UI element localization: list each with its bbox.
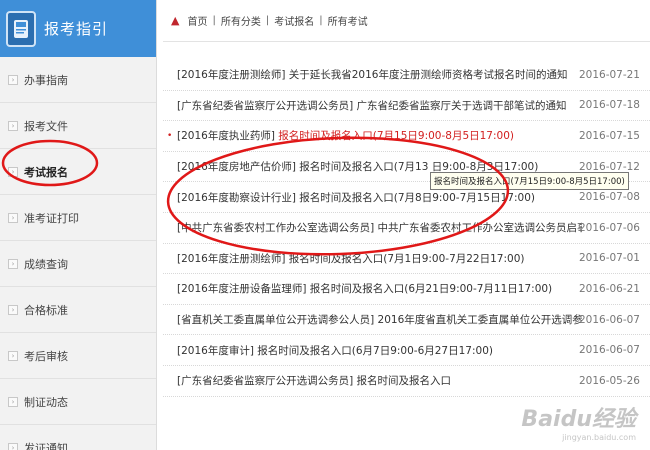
chevron-right-icon: › [8, 74, 18, 85]
notice-link[interactable]: [省直机关工委直属单位公开选调参公人员] 2016年度省直机关工委直属单位公开选… [177, 312, 582, 327]
sidebar-item-label: 考试报名 [24, 165, 68, 179]
chevron-right-icon: › [8, 304, 18, 315]
notice-date: 2016-05-26 [578, 374, 640, 387]
sidebar-item-documents[interactable]: › 报考文件 [0, 103, 156, 149]
chevron-right-icon: › [8, 258, 18, 269]
breadcrumb-separator: | [265, 15, 270, 26]
chevron-right-icon: › [8, 212, 18, 223]
sidebar-item-label: 成绩查询 [24, 257, 68, 271]
chevron-right-icon: › [8, 396, 18, 407]
sidebar-item-label: 发证通知 [24, 441, 68, 450]
list-item: [2016年度注册测绘师] 关于延长我省2016年度注册测绘师资格考试报名时间的… [163, 60, 650, 91]
notice-date: 2016-06-07 [578, 313, 640, 326]
notice-link[interactable]: [2016年度勘察设计行业] 报名时间及报名入口(7月8日9:00-7月15日1… [177, 190, 582, 205]
chevron-right-icon: › [8, 350, 18, 361]
list-item: [省直机关工委直属单位公开选调参公人员] 2016年度省直机关工委直属单位公开选… [163, 305, 650, 336]
watermark: Baidu经验 jingyan.baidu.com [521, 407, 636, 442]
sidebar-item-label: 准考证打印 [24, 211, 79, 225]
bullet-icon: • [167, 130, 173, 141]
sidebar-item-admission-ticket[interactable]: › 准考证打印 [0, 195, 156, 241]
link-tooltip: 报名时间及报名入口(7月15日9:00-8月5日17:00) [430, 172, 629, 190]
notice-date: 2016-07-01 [578, 252, 640, 265]
book-icon [6, 10, 36, 47]
notice-date: 2016-06-07 [578, 344, 640, 357]
sidebar-title: 报考指引 [44, 20, 109, 38]
notice-date: 2016-07-18 [578, 99, 640, 112]
notice-date: 2016-07-08 [578, 191, 640, 204]
sidebar-item-label: 报考文件 [24, 119, 68, 133]
notice-link[interactable]: [广东省纪委省监察厅公开选调公务员] 报名时间及报名入口 [177, 373, 582, 388]
sidebar-item-registration[interactable]: › 考试报名 [0, 149, 156, 195]
home-icon[interactable]: ▲ [171, 14, 179, 27]
breadcrumb-separator: | [212, 15, 216, 26]
notice-date: 2016-07-12 [578, 160, 640, 173]
sidebar-item-certificate-notice[interactable]: › 发证通知 [0, 425, 156, 450]
sidebar-item-label: 制证动态 [24, 395, 68, 409]
sidebar-item-certificate-status[interactable]: › 制证动态 [0, 379, 156, 425]
sidebar: 报考指引 › 办事指南 › 报考文件 › 考试报名 › 准考证打印 › 成绩查询 › 合格标… [0, 0, 157, 450]
notice-link[interactable]: [2016年度注册设备监理师] 报名时间及报名入口(6月21日9:00-7月11… [177, 281, 582, 296]
breadcrumb-registration[interactable]: 考试报名 [274, 13, 314, 28]
notice-link[interactable]: [2016年度注册测绘师] 关于延长我省2016年度注册测绘师资格考试报名时间的… [177, 67, 582, 82]
list-item: [中共广东省委农村工作办公室选调公务员] 中共广东省委农村工作办公室选调公务员启… [163, 213, 650, 244]
notice-date: 2016-07-06 [578, 221, 640, 234]
list-item: [广东省纪委省监察厅公开选调公务员] 广东省纪委省监察厅关于选调干部笔试的通知 2… [163, 91, 650, 122]
list-item: [2016年度注册测绘师] 报名时间及报名入口(7月1日9:00-7月22日17… [163, 244, 650, 275]
notice-link[interactable]: [广东省纪委省监察厅公开选调公务员] 广东省纪委省监察厅关于选调干部笔试的通知 [177, 98, 582, 113]
sidebar-item-guide[interactable]: › 办事指南 [0, 57, 156, 103]
notice-link[interactable]: [中共广东省委农村工作办公室选调公务员] 中共广东省委农村工作办公室选调公务员启… [177, 220, 582, 235]
notice-link[interactable]: [2016年度注册测绘师] 报名时间及报名入口(7月1日9:00-7月22日17… [177, 251, 582, 266]
notice-date: 2016-06-21 [578, 282, 640, 295]
sidebar-menu: › 办事指南 › 报考文件 › 考试报名 › 准考证打印 › 成绩查询 › 合格标准 › 考后… [0, 57, 156, 450]
sidebar-item-score-query[interactable]: › 成绩查询 [0, 241, 156, 287]
chevron-right-icon: › [8, 442, 18, 450]
notice-link[interactable]: [2016年度执业药师] 报名时间及报名入口(7月15日9:00-8月5日17:… [177, 128, 582, 143]
page: 报考指引 › 办事指南 › 报考文件 › 考试报名 › 准考证打印 › 成绩查询 › 合格标… [0, 0, 650, 450]
list-item: • [2016年度执业药师] 报名时间及报名入口(7月15日9:00-8月5日17… [163, 121, 650, 152]
notice-date: 2016-07-15 [578, 129, 640, 142]
sidebar-item-post-exam-review[interactable]: › 考后审核 [0, 333, 156, 379]
notice-link[interactable]: [2016年度审计] 报名时间及报名入口(6月7日9:00-6月27日17:00… [177, 343, 582, 358]
breadcrumb-home[interactable]: 首页 [187, 13, 207, 28]
breadcrumb-all-categories[interactable]: 所有分类 [221, 13, 261, 28]
sidebar-item-label: 合格标准 [24, 303, 68, 317]
list-item: [2016年度注册设备监理师] 报名时间及报名入口(6月21日9:00-7月11… [163, 274, 650, 305]
sidebar-item-label: 办事指南 [24, 73, 68, 87]
chevron-right-icon: › [8, 120, 18, 131]
sidebar-header: 报考指引 [0, 0, 156, 57]
breadcrumb: ▲ 首页 | 所有分类 | 考试报名 | 所有考试 [163, 0, 650, 42]
notice-date: 2016-07-21 [578, 68, 640, 81]
list-item: [广东省纪委省监察厅公开选调公务员] 报名时间及报名入口 2016-05-26 [163, 366, 650, 397]
sidebar-item-pass-standard[interactable]: › 合格标准 [0, 287, 156, 333]
notice-list: [2016年度注册测绘师] 关于延长我省2016年度注册测绘师资格考试报名时间的… [163, 60, 650, 397]
breadcrumb-separator: | [319, 15, 323, 26]
list-item: [2016年度审计] 报名时间及报名入口(6月7日9:00-6月27日17:00… [163, 335, 650, 366]
sidebar-item-label: 考后审核 [24, 349, 68, 363]
chevron-right-icon: › [8, 166, 18, 177]
breadcrumb-all-exams[interactable]: 所有考试 [328, 13, 368, 28]
